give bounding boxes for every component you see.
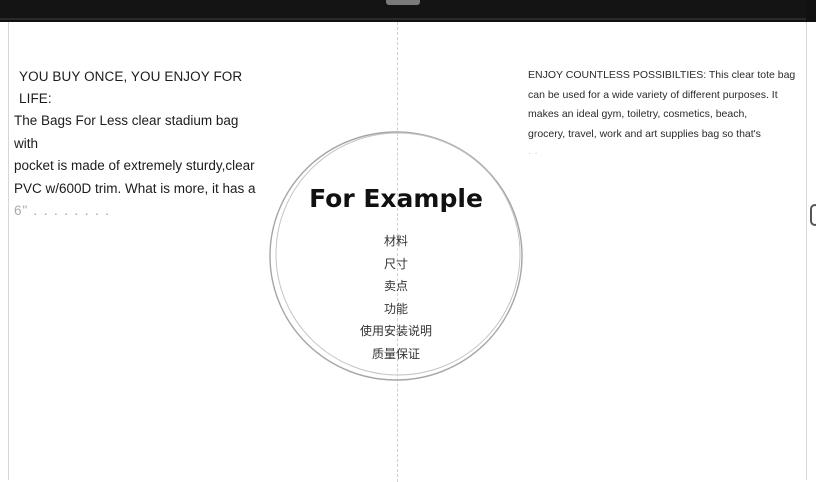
left-faded-line: 6" ․ ․ ․ ․ ․ ․ ․ ․ bbox=[14, 203, 111, 218]
left-body-line: pocket is made of extremely sturdy,clear bbox=[14, 158, 255, 173]
menu-item-size[interactable]: 尺寸 bbox=[268, 253, 524, 276]
left-body: The Bags For Less clear stadium bag with… bbox=[14, 110, 264, 223]
right-text-block: ENJOY COUNTLESS POSSIBILTIES: This clear… bbox=[528, 66, 810, 164]
right-body-line: grocery, travel, work and art supplies b… bbox=[528, 127, 761, 140]
left-body-line: PVC w/600D trim. What is more, it has a bbox=[14, 180, 256, 196]
page-edge-left bbox=[8, 22, 9, 480]
left-heading: YOU BUY ONCE, YOU ENJOY FOR LIFE: bbox=[19, 69, 243, 106]
right-body-line: makes an ideal gym, toiletry, cosmetics,… bbox=[528, 108, 748, 120]
top-toolbar bbox=[0, 0, 816, 22]
menu-item-instructions[interactable]: 使用安装说明 bbox=[268, 320, 524, 343]
right-body-line: can be used for a wide variety of differ… bbox=[528, 88, 778, 101]
menu-item-selling-points[interactable]: 卖点 bbox=[268, 275, 524, 298]
right-body-line: ENJOY COUNTLESS POSSIBILTIES: This clear… bbox=[528, 69, 796, 81]
example-menu: 材料 尺寸 卖点 功能 使用安装说明 质量保证 bbox=[268, 230, 524, 366]
example-title: For Example bbox=[309, 184, 483, 213]
menu-item-materials[interactable]: 材料 bbox=[268, 230, 524, 253]
left-body-line: The Bags For Less clear stadium bag with bbox=[14, 113, 239, 151]
menu-item-quality[interactable]: 质量保证 bbox=[268, 343, 524, 366]
top-drag-handle[interactable] bbox=[386, 0, 420, 5]
right-ghost-line: · · bbox=[528, 147, 538, 159]
side-resize-handle[interactable] bbox=[810, 204, 816, 226]
left-text-block: YOU BUY ONCE, YOU ENJOY FOR LIFE: The Ba… bbox=[14, 66, 264, 223]
menu-item-features[interactable]: 功能 bbox=[268, 298, 524, 321]
example-circle: For Example 材料 尺寸 卖点 功能 使用安装说明 质量保证 bbox=[268, 130, 524, 382]
